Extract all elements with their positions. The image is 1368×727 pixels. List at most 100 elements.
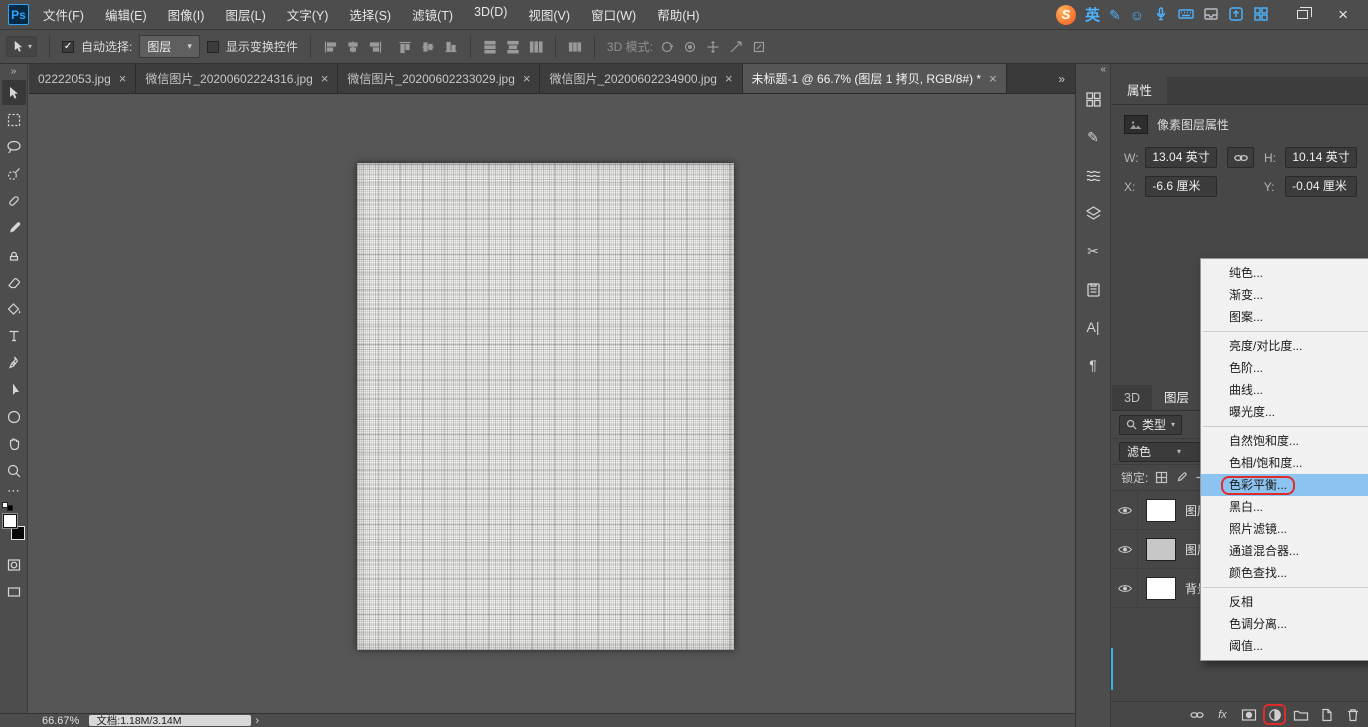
quick-mask-button[interactable]: [2, 552, 26, 577]
scissors-panel-icon[interactable]: ✂: [1081, 239, 1105, 263]
canvas-area[interactable]: [29, 95, 1075, 713]
menu-item-curves[interactable]: 曲线...: [1201, 379, 1368, 401]
restore-window-icon[interactable]: [1297, 10, 1308, 19]
distribute-middle-icon[interactable]: [506, 40, 520, 54]
sogou-ime-icon[interactable]: S: [1056, 5, 1076, 25]
screen-mode-button[interactable]: [2, 579, 26, 604]
ime-toolbox-icon[interactable]: [1253, 6, 1269, 24]
rectangular-marquee-tool[interactable]: [2, 107, 26, 132]
menu-filter[interactable]: 滤镜(T): [412, 5, 453, 24]
clipboard-panel-icon[interactable]: [1081, 277, 1105, 301]
type-tool[interactable]: [2, 323, 26, 348]
brush-settings-panel-icon[interactable]: ✎: [1081, 125, 1105, 149]
align-top-icon[interactable]: [398, 40, 412, 54]
link-dimensions-icon[interactable]: [1227, 147, 1254, 168]
clone-stamp-tool[interactable]: [2, 242, 26, 267]
document-tab[interactable]: 02222053.jpg ×: [29, 64, 136, 93]
distribute-spacing-icon[interactable]: [568, 40, 582, 54]
layer-visibility-toggle[interactable]: [1112, 491, 1138, 530]
menu-item-hue-saturation[interactable]: 色相/饱和度...: [1201, 452, 1368, 474]
menu-window[interactable]: 窗口(W): [591, 5, 636, 24]
tab-close-icon[interactable]: ×: [321, 71, 329, 86]
tabs-overflow-icon[interactable]: »: [1048, 72, 1075, 86]
tab-3d[interactable]: 3D: [1112, 385, 1152, 410]
lock-transparent-pixels-icon[interactable]: [1155, 471, 1168, 484]
background-color-swatch[interactable]: [11, 526, 25, 540]
height-input[interactable]: 10.14 英寸: [1285, 147, 1357, 168]
menu-item-exposure[interactable]: 曝光度...: [1201, 401, 1368, 423]
menu-item-black-white[interactable]: 黑白...: [1201, 496, 1368, 518]
panels-collapse-icon[interactable]: «: [1100, 64, 1106, 80]
menu-item-color-lookup[interactable]: 颜色查找...: [1201, 562, 1368, 584]
tab-close-icon[interactable]: ×: [523, 71, 531, 86]
lock-image-pixels-icon[interactable]: [1175, 471, 1188, 484]
brush-presets-panel-icon[interactable]: [1081, 87, 1105, 111]
layer-thumbnail[interactable]: [1146, 538, 1176, 561]
quick-selection-tool[interactable]: [2, 161, 26, 186]
ime-language-toggle[interactable]: 英: [1085, 4, 1100, 25]
menu-item-photo-filter[interactable]: 照片滤镜...: [1201, 518, 1368, 540]
paint-bucket-tool[interactable]: [2, 296, 26, 321]
menu-view[interactable]: 视图(V): [528, 5, 570, 24]
tab-close-icon[interactable]: ×: [725, 71, 733, 86]
move-tool[interactable]: [2, 80, 26, 105]
align-right-icon[interactable]: [369, 40, 383, 54]
auto-select-checkbox[interactable]: ✓: [62, 41, 74, 53]
tab-layers[interactable]: 图层: [1152, 385, 1201, 410]
foreground-color-swatch[interactable]: [3, 514, 17, 528]
styles-panel-icon[interactable]: [1081, 163, 1105, 187]
menu-item-threshold[interactable]: 阈值...: [1201, 635, 1368, 657]
layer-visibility-toggle[interactable]: [1112, 530, 1138, 569]
toolbar-collapse-icon[interactable]: »: [11, 64, 17, 79]
character-panel-icon[interactable]: A|: [1081, 315, 1105, 339]
zoom-tool[interactable]: [2, 458, 26, 483]
new-adjustment-layer-icon[interactable]: [1266, 707, 1283, 722]
layer-thumbnail[interactable]: [1146, 499, 1176, 522]
lasso-tool[interactable]: [2, 134, 26, 159]
edit-toolbar-icon[interactable]: ⋯: [7, 484, 20, 502]
align-middle-icon[interactable]: [421, 40, 435, 54]
layer-thumbnail[interactable]: [1146, 577, 1176, 600]
new-group-icon[interactable]: [1292, 707, 1309, 722]
ime-mic-icon[interactable]: [1153, 6, 1169, 24]
3d-scale-icon[interactable]: [752, 40, 766, 54]
menu-type[interactable]: 文字(Y): [287, 5, 329, 24]
menu-item-color-balance[interactable]: 色彩平衡...: [1201, 474, 1368, 496]
x-input[interactable]: -6.6 厘米: [1145, 176, 1217, 197]
tab-properties[interactable]: 属性: [1112, 77, 1167, 104]
menu-item-solid-color[interactable]: 纯色...: [1201, 262, 1368, 284]
status-popup-arrow-icon[interactable]: ›: [255, 715, 259, 727]
new-layer-icon[interactable]: [1318, 707, 1335, 722]
link-layers-icon[interactable]: [1188, 707, 1205, 722]
brush-tool[interactable]: [2, 215, 26, 240]
3d-roll-icon[interactable]: [683, 40, 697, 54]
document-tab-active[interactable]: 未标题-1 @ 66.7% (图层 1 拷贝, RGB/8#) * ×: [743, 64, 1007, 93]
align-center-h-icon[interactable]: [346, 40, 360, 54]
menu-item-gradient[interactable]: 渐变...: [1201, 284, 1368, 306]
tab-close-icon[interactable]: ×: [119, 71, 127, 86]
hand-tool[interactable]: [2, 431, 26, 456]
layer-filter-select[interactable]: 类型 ▾: [1119, 415, 1182, 435]
menu-item-pattern[interactable]: 图案...: [1201, 306, 1368, 328]
width-input[interactable]: 13.04 英寸: [1145, 147, 1217, 168]
layer-style-icon[interactable]: fx: [1214, 707, 1231, 722]
layer-comps-panel-icon[interactable]: [1081, 201, 1105, 225]
ime-keyboard-icon[interactable]: [1178, 6, 1194, 24]
path-selection-tool[interactable]: [2, 377, 26, 402]
menu-3d[interactable]: 3D(D): [474, 5, 507, 24]
document-tab[interactable]: 微信图片_20200602233029.jpg ×: [338, 64, 540, 93]
panel-scrollbar[interactable]: [1111, 648, 1113, 690]
align-bottom-icon[interactable]: [444, 40, 458, 54]
spot-healing-brush-tool[interactable]: [2, 188, 26, 213]
ime-pen-icon[interactable]: ✎: [1109, 8, 1121, 22]
pen-tool[interactable]: [2, 350, 26, 375]
menu-item-posterize[interactable]: 色调分离...: [1201, 613, 1368, 635]
layer-visibility-toggle[interactable]: [1112, 569, 1138, 608]
menu-item-vibrance[interactable]: 自然饱和度...: [1201, 430, 1368, 452]
default-colors-icon[interactable]: [2, 502, 13, 511]
menu-item-invert[interactable]: 反相: [1201, 591, 1368, 613]
document-tab[interactable]: 微信图片_20200602224316.jpg ×: [136, 64, 338, 93]
layer-mask-icon[interactable]: [1240, 707, 1257, 722]
zoom-level-field[interactable]: 66.67%: [42, 715, 79, 727]
menu-item-brightness-contrast[interactable]: 亮度/对比度...: [1201, 335, 1368, 357]
